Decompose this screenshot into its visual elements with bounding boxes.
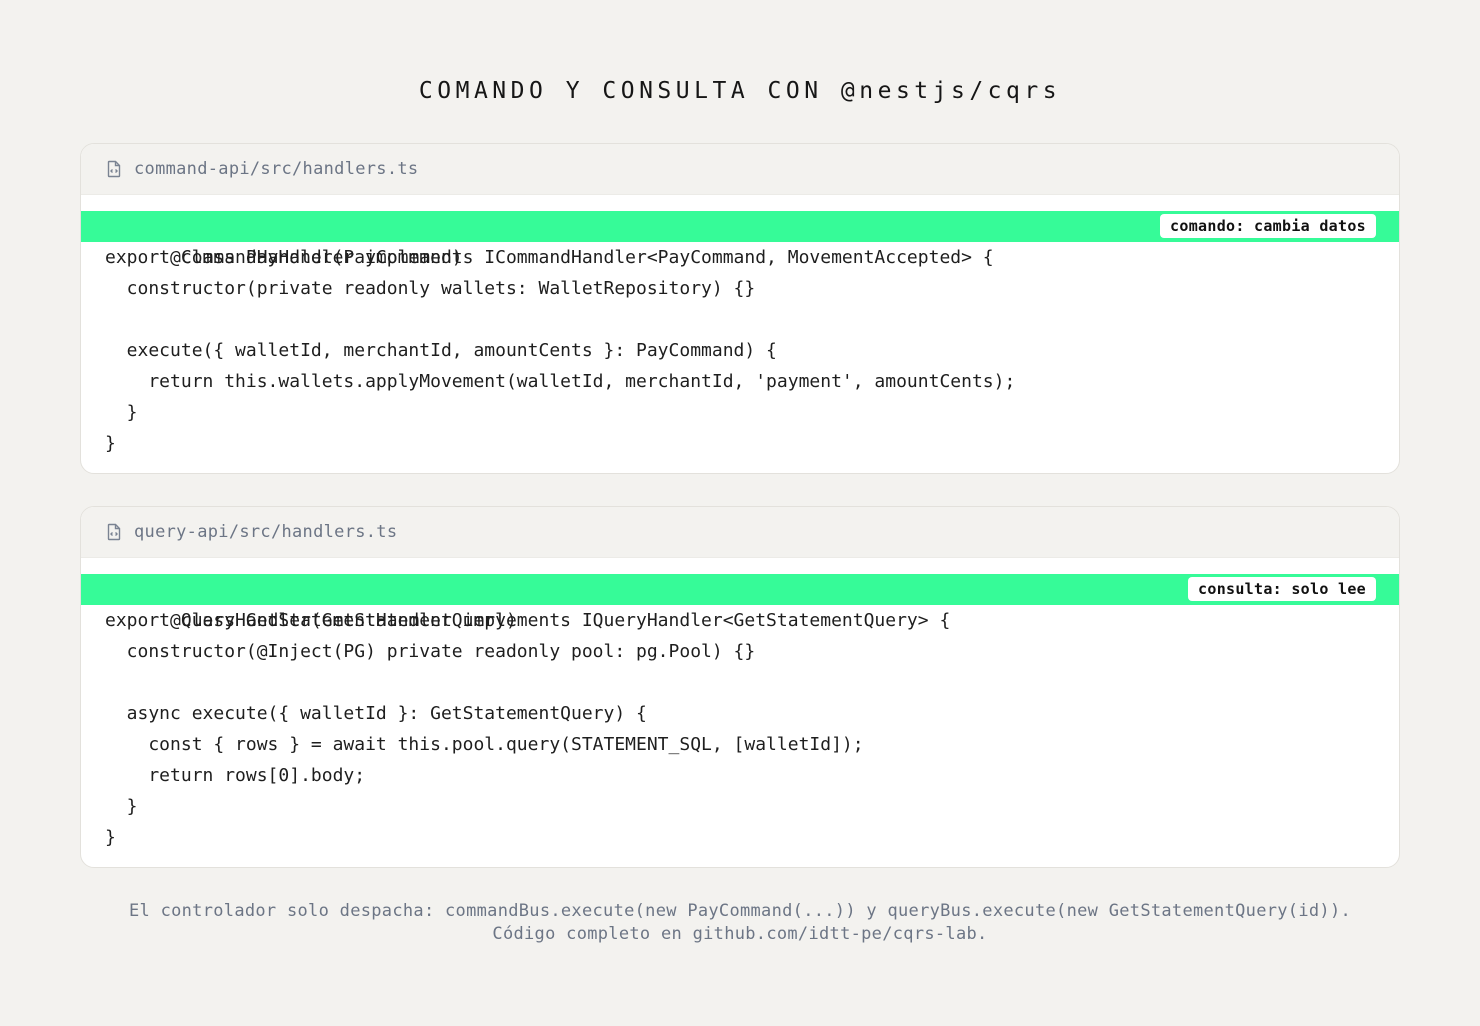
code-line: } <box>105 827 116 848</box>
code-line: constructor(private readonly wallets: Wa… <box>105 278 756 299</box>
query-file-header: query-api/src/handlers.ts <box>81 507 1399 558</box>
code-line: const { rows } = await this.pool.query(S… <box>105 734 864 755</box>
code-line: async execute({ walletId }: GetStatement… <box>105 703 647 724</box>
footer-line-1: El controlador solo despacha: commandBus… <box>128 901 1352 921</box>
file-code-icon <box>107 160 121 178</box>
code-line: export class PayHandler implements IComm… <box>105 247 994 268</box>
code-line: constructor(@Inject(PG) private readonly… <box>105 641 756 662</box>
command-file-header: command-api/src/handlers.ts <box>81 144 1399 195</box>
code-line: } <box>105 402 138 423</box>
code-line: } <box>105 796 138 817</box>
command-code-block: @CommandHandler(PayCommand) comando: cam… <box>81 195 1399 459</box>
code-line: return this.wallets.applyMovement(wallet… <box>105 371 1016 392</box>
code-line-highlighted: @CommandHandler(PayCommand) comando: cam… <box>81 211 1399 268</box>
code-line: execute({ walletId, merchantId, amountCe… <box>105 340 777 361</box>
query-code-panel: query-api/src/handlers.ts @QueryHandler(… <box>80 506 1400 868</box>
query-file-path: query-api/src/handlers.ts <box>134 522 398 542</box>
command-code-panel: command-api/src/handlers.ts @CommandHand… <box>80 143 1400 474</box>
query-code-block: @QueryHandler(GetStatementQuery) consult… <box>81 558 1399 853</box>
code-line: return rows[0].body; <box>105 765 366 786</box>
code-line-highlighted: @QueryHandler(GetStatementQuery) consult… <box>81 574 1399 631</box>
page-title: COMANDO Y CONSULTA CON @nestjs/cqrs <box>418 78 1062 104</box>
code-line: export class GetStatementHandler impleme… <box>105 610 951 631</box>
query-badge: consulta: solo lee <box>1188 577 1376 601</box>
footer-line-2: Código completo en github.com/idtt-pe/cq… <box>492 924 988 944</box>
file-code-icon <box>107 523 121 541</box>
code-line: } <box>105 433 116 454</box>
command-file-path: command-api/src/handlers.ts <box>134 159 419 179</box>
command-badge: comando: cambia datos <box>1160 214 1376 238</box>
footer-note: El controlador solo despacha: commandBus… <box>0 900 1480 946</box>
